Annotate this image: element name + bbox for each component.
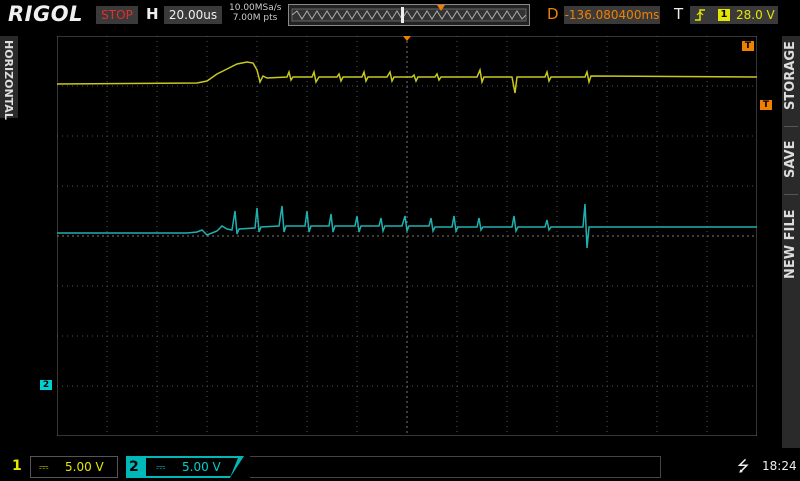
ch2-label: 2 [129,459,139,475]
ch2-ground-marker[interactable]: 2 [40,380,52,390]
rising-edge-icon [694,6,706,27]
horizontal-label: H [146,5,159,23]
trigger-marker-top: T [742,41,754,51]
trigger-level: 28.0 V [736,8,775,22]
dc-icon: ⎓ [39,460,49,474]
softkey-storage[interactable]: STORAGE [783,41,798,110]
ch1-label[interactable]: 1 [12,458,22,474]
clock: 18:24 [762,459,797,473]
right-softkey-menu: STORAGE SAVE NEW FILE [782,36,800,448]
dc-icon: ⎓ [156,460,166,474]
menu-divider [784,126,798,127]
ch2-scale: 5.00 V [182,460,221,474]
memory-overview [288,4,530,26]
trigger-label: T [674,5,684,23]
memory-overview-waveform [291,5,527,23]
sample-rate: 10.00MSa/s [229,3,282,13]
horizontal-menu-tab[interactable]: HORIZONTAL [0,36,18,120]
ch1-scale-box[interactable]: ⎓ 5.00 V [30,456,118,478]
delay-value[interactable]: -136.080400ms [564,6,660,24]
ch2-active-box[interactable]: 2 ⎓ 5.00 V [126,456,244,478]
sample-rate-info: 10.00MSa/s 7.00M pts [229,3,281,23]
rigol-logo: RIGOL [8,2,83,26]
timebase-value[interactable]: 20.00us [164,6,222,24]
ch2-scale-box: ⎓ 5.00 V [146,458,238,476]
horizontal-menu-label: HORIZONTAL [2,40,15,120]
waveform-display[interactable] [57,36,757,436]
ch1-scale: 5.00 V [65,460,104,474]
run-stop-status[interactable]: STOP [96,6,138,24]
trigger-level-marker: T [760,100,772,110]
channel-status-bar: 1 ⎓ 5.00 V 2 ⎓ 5.00 V ⭍ 18:24 [0,454,800,480]
softkey-new-file[interactable]: NEW FILE [783,209,798,279]
trigger-settings[interactable]: 1 28.0 V [690,6,778,24]
softkey-save[interactable]: SAVE [783,141,798,178]
top-status-bar: RIGOL STOP H 20.00us 10.00MSa/s 7.00M pt… [0,0,800,32]
menu-divider [784,194,798,195]
empty-status-area [250,456,661,478]
trigger-source: 1 [718,9,730,21]
delay-label: D [547,5,559,23]
usb-icon: ⭍ [737,457,750,475]
memory-depth: 7.00M pts [232,13,278,23]
